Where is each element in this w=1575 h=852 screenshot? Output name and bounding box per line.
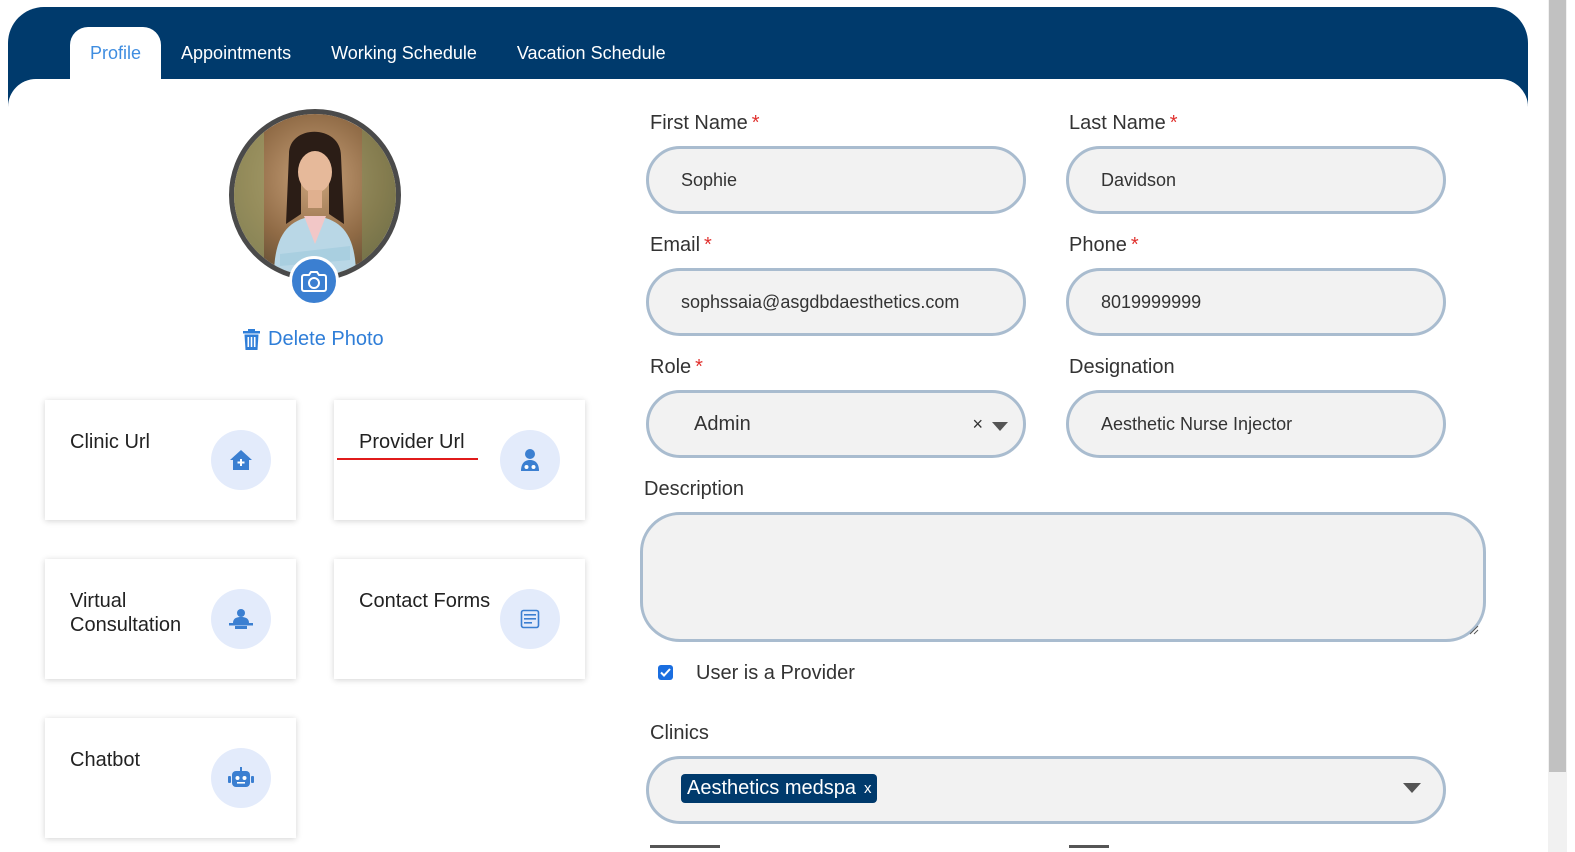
- tab-working-schedule[interactable]: Working Schedule: [311, 27, 497, 79]
- tab-profile[interactable]: Profile: [70, 27, 162, 79]
- first-name-field[interactable]: Sophie: [646, 146, 1026, 214]
- clinic-chip-label: Aesthetics medspa: [687, 777, 856, 799]
- virtual-consultation-label: Virtual Consultation: [70, 590, 182, 636]
- trash-icon: [243, 329, 260, 350]
- remove-clinic-icon[interactable]: x: [864, 780, 872, 797]
- description-textarea[interactable]: [640, 512, 1486, 642]
- doctor-icon: [500, 430, 560, 490]
- chevron-down-icon[interactable]: [992, 422, 1008, 431]
- designation-field[interactable]: Aesthetic Nurse Injector: [1066, 390, 1446, 458]
- contact-forms-tile[interactable]: Contact Forms: [334, 559, 585, 679]
- robot-icon: [211, 748, 271, 808]
- chatbot-label: Chatbot: [70, 749, 141, 771]
- clinics-label: Clinics: [650, 722, 709, 744]
- clinic-url-tile[interactable]: Clinic Url: [45, 400, 296, 520]
- phone-field[interactable]: 8019999999: [1066, 268, 1446, 336]
- spellcheck-underline: [337, 458, 478, 460]
- provider-url-tile[interactable]: Provider Url: [334, 400, 585, 520]
- role-selected-value: Admin: [694, 412, 751, 435]
- clinic-chip: Aesthetics medspa x: [681, 774, 878, 803]
- resize-grip-icon[interactable]: [1469, 625, 1479, 635]
- phone-label: Phone *: [1069, 234, 1139, 256]
- last-name-field[interactable]: Davidson: [1066, 146, 1446, 214]
- tab-bar: Profile Appointments Working Schedule Va…: [70, 27, 686, 79]
- chatbot-tile[interactable]: Chatbot: [45, 718, 296, 838]
- last-name-label: Last Name *: [1069, 112, 1178, 134]
- email-label: Email *: [650, 234, 712, 256]
- tab-appointments[interactable]: Appointments: [161, 27, 311, 79]
- delete-photo-label: Delete Photo: [268, 328, 384, 350]
- chevron-down-icon[interactable]: [1403, 783, 1421, 793]
- role-label: Role *: [650, 356, 703, 378]
- contact-forms-label: Contact Forms: [359, 590, 491, 612]
- provider-checkbox[interactable]: [658, 665, 673, 680]
- email-field[interactable]: sophssaia@asgdbdaesthetics.com: [646, 268, 1026, 336]
- change-photo-button[interactable]: [289, 256, 339, 306]
- camera-icon: [301, 271, 327, 292]
- next-field-label-cut: [1069, 840, 1109, 852]
- designation-label: Designation: [1069, 356, 1175, 378]
- clinic-url-label: Clinic Url: [70, 431, 150, 453]
- form-icon: [500, 589, 560, 649]
- tab-vacation-schedule[interactable]: Vacation Schedule: [497, 27, 686, 79]
- clinic-home-icon: [211, 430, 271, 490]
- description-label: Description: [644, 478, 745, 500]
- role-select[interactable]: Admin ×: [646, 390, 1026, 458]
- first-name-label: First Name *: [650, 112, 760, 134]
- clear-role-icon[interactable]: ×: [972, 414, 983, 435]
- consultation-icon: [211, 589, 271, 649]
- provider-url-label: Provider Url: [359, 431, 465, 453]
- scrollbar-thumb[interactable]: [1549, 0, 1566, 772]
- provider-checkbox-label[interactable]: User is a Provider: [696, 662, 855, 685]
- check-icon: [660, 668, 671, 677]
- virtual-consultation-tile[interactable]: Virtual Consultation: [45, 559, 296, 679]
- next-field-label-cut: [650, 840, 720, 852]
- delete-photo-button[interactable]: Delete Photo: [243, 328, 384, 351]
